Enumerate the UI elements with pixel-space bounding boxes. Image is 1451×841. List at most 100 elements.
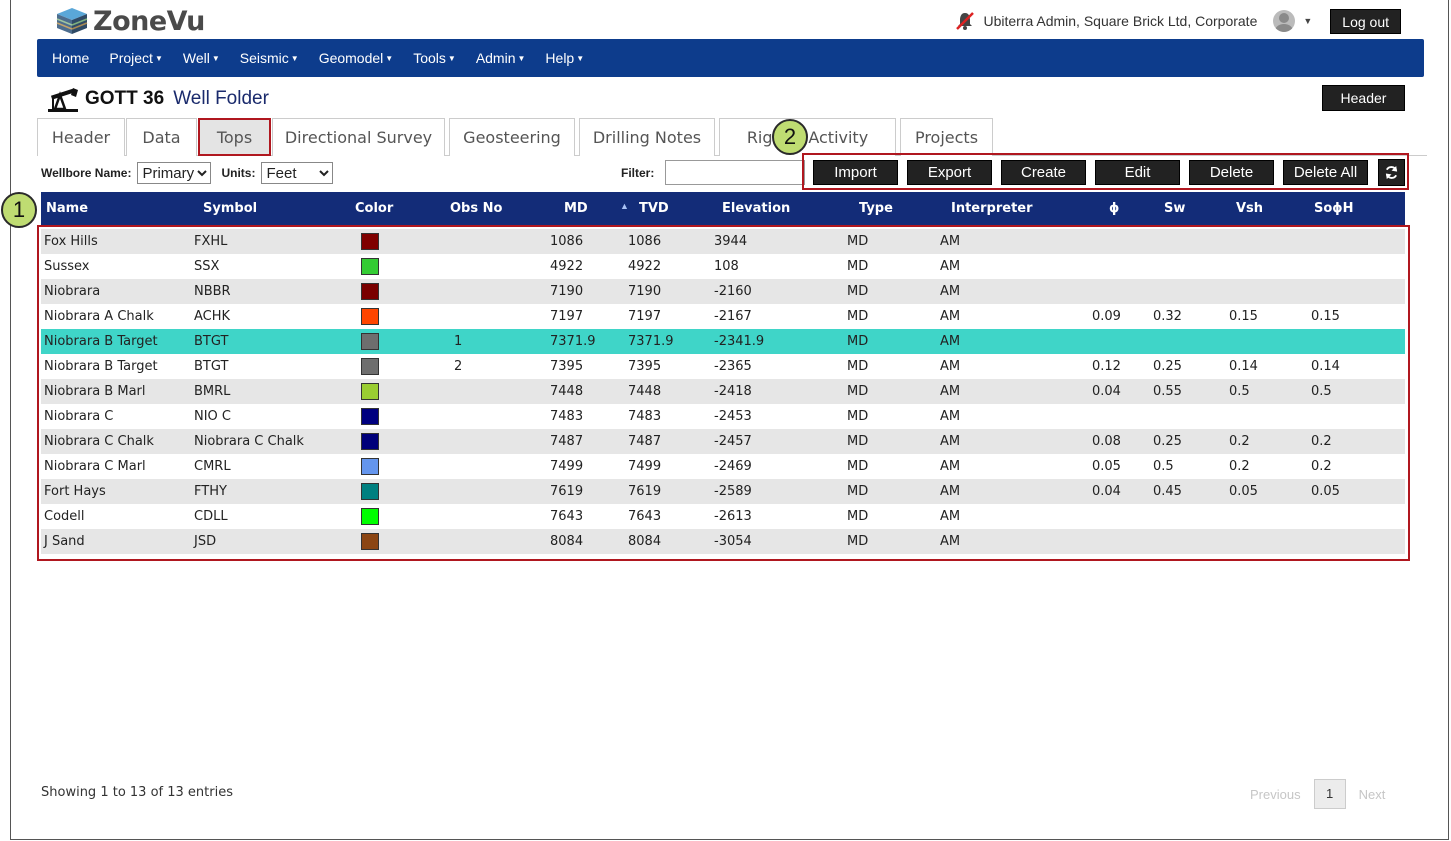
table-row[interactable]: Fort Hays FTHY 7619 7619 -2589 MD AM 0.04 0.45 0.… (41, 479, 1405, 504)
caret-down-icon: ▼ (517, 54, 526, 63)
cell-elevation: 3944 (714, 234, 748, 249)
cell-sw: 0.32 (1153, 309, 1182, 324)
callout-one: 1 (1, 192, 37, 228)
nav-label: Project (109, 50, 153, 66)
tab-geosteering[interactable]: Geosteering (449, 118, 575, 156)
cell-symbol: SSX (194, 259, 220, 274)
cell-interpreter: AM (940, 284, 961, 299)
cell-phi: 0.12 (1092, 359, 1121, 374)
cell-tvd: 7499 (628, 459, 662, 474)
tab-drilling-notes[interactable]: Drilling Notes (579, 118, 715, 156)
table-row[interactable]: Niobrara A Chalk ACHK 7197 7197 -2167 MD AM 0.0… (41, 304, 1405, 329)
column-header-sw[interactable]: Sw (1164, 192, 1185, 225)
tab-projects[interactable]: Projects (900, 118, 993, 156)
caret-down-icon: ▼ (385, 54, 394, 63)
filter-input[interactable] (665, 160, 805, 185)
cell-md: 4922 (550, 259, 584, 274)
table-row[interactable]: Sussex SSX 4922 4922 108 MD AM (41, 254, 1405, 279)
cell-symbol: FTHY (194, 484, 227, 499)
tab-tops[interactable]: Tops (198, 118, 271, 156)
units-select[interactable]: Feet (261, 162, 334, 184)
cell-symbol: ACHK (194, 309, 231, 324)
table-row[interactable]: Niobrara C Marl CMRL 7499 7499 -2469 MD AM 0.05… (41, 454, 1405, 479)
delete-all-button[interactable]: Delete All (1283, 160, 1368, 185)
column-header-symbol[interactable]: Symbol (203, 192, 257, 225)
table-row[interactable]: Niobrara B Target BTGT 2 7395 7395 -2365 MD AM 0… (41, 354, 1405, 379)
nav-well[interactable]: Well ▼ (183, 50, 220, 66)
column-header-interpreter[interactable]: Interpreter (951, 192, 1033, 225)
nav-help[interactable]: Help ▼ (545, 50, 584, 66)
user-avatar-icon[interactable] (1273, 10, 1296, 32)
cell-tvd: 7619 (628, 484, 662, 499)
tab-directional-survey[interactable]: Directional Survey (272, 118, 445, 156)
cell-phi: 0.04 (1092, 484, 1121, 499)
nav-geomodel[interactable]: Geomodel ▼ (319, 50, 394, 66)
table-row[interactable]: Niobrara B Target BTGT 1 7371.9 7371.9 -2341.… (41, 329, 1405, 354)
column-header-phi[interactable]: ϕ (1109, 192, 1119, 225)
wellbore-label: Wellbore Name: (41, 166, 132, 180)
column-header-md[interactable]: MD (564, 192, 588, 225)
table-row[interactable]: Niobrara C Chalk Niobrara C Chalk 7487 7487… (41, 429, 1405, 454)
cell-symbol: Niobrara C Chalk (194, 434, 304, 449)
delete-button[interactable]: Delete (1189, 160, 1274, 185)
table-row[interactable]: J Sand JSD 8084 8084 -3054 MD AM (41, 529, 1405, 554)
color-swatch (361, 333, 379, 350)
oil-pump-icon (48, 88, 78, 112)
column-header-elevation[interactable]: Elevation (722, 192, 790, 225)
column-header-tvd[interactable]: TVD (639, 192, 669, 225)
table-row[interactable]: Codell CDLL 7643 7643 -2613 MD AM (41, 504, 1405, 529)
edit-button[interactable]: Edit (1095, 160, 1180, 185)
cell-vsh: 0.05 (1229, 484, 1258, 499)
filter-label: Filter: (621, 166, 655, 180)
table-row[interactable]: Niobrara C NIO C 7483 7483 -2453 MD AM (41, 404, 1405, 429)
column-header-obs-no[interactable]: Obs No (450, 192, 502, 225)
notification-muted-icon[interactable] (955, 11, 975, 31)
user-area: Ubiterra Admin, Square Brick Ltd, Corpor… (955, 8, 1401, 34)
column-header-sophih[interactable]: SoϕH (1314, 192, 1354, 225)
column-header-name[interactable]: Name (46, 192, 88, 225)
caret-down-icon: ▼ (576, 54, 585, 63)
cell-md: 7371.9 (550, 334, 596, 349)
next-page-button[interactable]: Next (1359, 787, 1386, 802)
cell-type: MD (847, 334, 869, 349)
cell-phi: 0.08 (1092, 434, 1121, 449)
column-header-vsh[interactable]: Vsh (1236, 192, 1263, 225)
chevron-down-icon[interactable]: ▼ (1303, 16, 1312, 26)
callout-two: 2 (772, 119, 808, 155)
previous-page-button[interactable]: Previous (1250, 787, 1301, 802)
table-row[interactable]: Fox Hills FXHL 1086 1086 3944 MD AM (41, 229, 1405, 254)
color-swatch (361, 508, 379, 525)
cell-md: 7190 (550, 284, 584, 299)
main-nav: Home Project ▼ Well ▼ Seismic ▼ Geomodel ▼ T… (37, 39, 1424, 77)
column-header-color[interactable]: Color (355, 192, 393, 225)
logout-button[interactable]: Log out (1330, 8, 1401, 34)
cell-symbol: BMRL (194, 384, 231, 399)
cell-type: MD (847, 309, 869, 324)
cell-interpreter: AM (940, 459, 961, 474)
nav-tools[interactable]: Tools ▼ (413, 50, 456, 66)
cell-tvd: 1086 (628, 234, 662, 249)
header-button[interactable]: Header (1322, 85, 1405, 111)
cell-obs-no: 1 (454, 334, 463, 349)
tab-header[interactable]: Header (37, 118, 125, 156)
export-button[interactable]: Export (907, 160, 992, 185)
refresh-button[interactable] (1378, 159, 1405, 186)
nav-seismic[interactable]: Seismic ▼ (240, 50, 299, 66)
table-row[interactable]: Niobrara B Marl BMRL 7448 7448 -2418 MD AM 0.04… (41, 379, 1405, 404)
zonevu-logo[interactable]: ZoneVu (55, 4, 205, 38)
wellbore-select[interactable]: Primary (137, 162, 212, 184)
nav-admin[interactable]: Admin ▼ (476, 50, 526, 66)
tab-data[interactable]: Data (126, 118, 197, 156)
cell-symbol: NBBR (194, 284, 231, 299)
table-row[interactable]: Niobrara NBBR 7190 7190 -2160 MD AM (41, 279, 1405, 304)
cell-interpreter: AM (940, 534, 961, 549)
page-1-button[interactable]: 1 (1313, 779, 1346, 809)
tab-bar: Header Data Tops Directional Survey Geos… (37, 118, 1427, 156)
create-button[interactable]: Create (1001, 160, 1086, 185)
column-header-type[interactable]: Type (859, 192, 893, 225)
cell-tvd: 7395 (628, 359, 662, 374)
nav-project[interactable]: Project ▼ (109, 50, 163, 66)
import-button[interactable]: Import (813, 160, 898, 185)
cell-md: 7197 (550, 309, 584, 324)
nav-home[interactable]: Home (52, 50, 89, 66)
